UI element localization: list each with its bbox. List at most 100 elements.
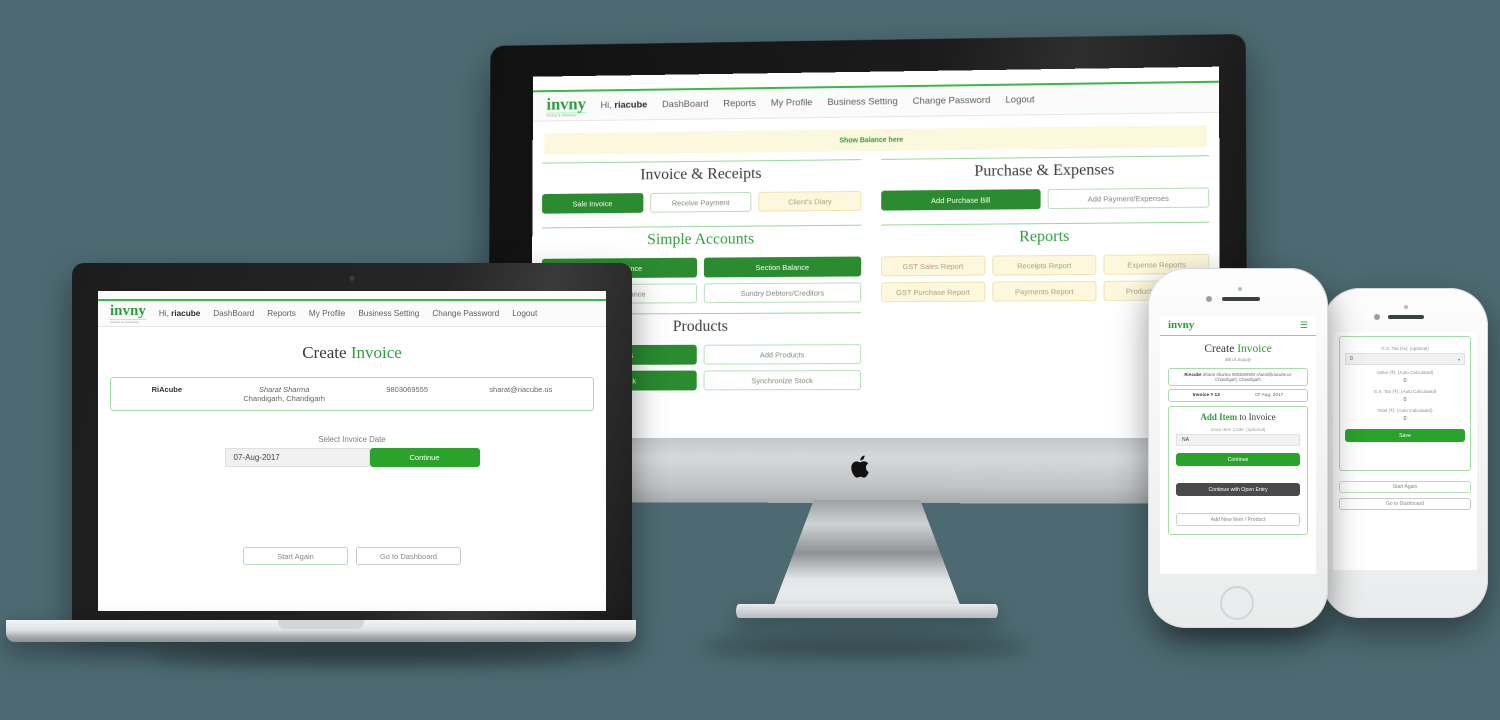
phone-invoice-row: Invoice # 13 07 Aug, 2017 bbox=[1168, 389, 1308, 402]
phone-sensor-icon bbox=[1238, 287, 1242, 291]
section-balance-button[interactable]: Section Balance bbox=[704, 257, 861, 278]
gst-percent-select[interactable]: 0 ▾ bbox=[1345, 353, 1465, 365]
laptop-nav-greeting: Hi, riacube bbox=[159, 309, 200, 318]
phone-secondary-device: G.S. Tax (%): (optional) 0 ▾ Value (₹): … bbox=[1322, 288, 1488, 618]
add-item-panel: Add Item to Invoice Scan Item Code: (opt… bbox=[1168, 406, 1308, 535]
phone-secondary-footer: Start Again Go to Dashboard bbox=[1339, 481, 1471, 510]
laptop-nav-logout[interactable]: Logout bbox=[512, 309, 537, 318]
phone-subtitle: Bill of Supply bbox=[1160, 357, 1316, 362]
macbook-ground-shadow bbox=[150, 648, 580, 664]
desktop-logo[interactable]: invny invoice & inventory bbox=[546, 95, 586, 117]
invoice-number: Invoice # 13 bbox=[1193, 393, 1220, 398]
start-again-button[interactable]: Start Again bbox=[243, 547, 348, 565]
macbook-notch bbox=[278, 620, 364, 629]
apple-logo-icon bbox=[851, 454, 873, 480]
invoice-date-label: Select Invoice Date bbox=[98, 435, 606, 444]
save-button[interactable]: Save bbox=[1345, 429, 1465, 442]
phone-main-device: invny ☰ Create Invoice Bill of Supply Ri… bbox=[1148, 268, 1328, 628]
laptop-nav-dashboard[interactable]: DashBoard bbox=[213, 309, 254, 318]
desktop-nav-change-password[interactable]: Change Password bbox=[913, 95, 991, 107]
start-again-button[interactable]: Start Again bbox=[1339, 481, 1471, 493]
gst-amount: 0 bbox=[1345, 397, 1465, 403]
laptop-logo[interactable]: invny invoice & inventory bbox=[110, 304, 146, 324]
go-to-dashboard-button[interactable]: Go to Dashboard bbox=[1339, 498, 1471, 510]
value-label: Value (₹): (Auto Calculated) bbox=[1345, 370, 1465, 376]
section-title-invoice-receipts: Invoice & Receipts bbox=[542, 160, 861, 194]
phone-page-title: Create Invoice bbox=[1160, 343, 1316, 355]
show-balance-bar[interactable]: Show Balance here bbox=[544, 125, 1207, 155]
desktop-nav-reports[interactable]: Reports bbox=[723, 98, 756, 109]
laptop-nav-business-setting[interactable]: Business Setting bbox=[358, 309, 419, 318]
desktop-nav-logout[interactable]: Logout bbox=[1005, 94, 1034, 105]
gst-percent-label: G.S. Tax (%): (optional) bbox=[1345, 346, 1465, 351]
phone-camera-icon bbox=[1374, 314, 1380, 320]
macbook-device: invny invoice & inventory Hi, riacube Da… bbox=[72, 263, 632, 623]
sale-invoice-button[interactable]: Sale Invoice bbox=[542, 193, 643, 214]
laptop-nav-my-profile[interactable]: My Profile bbox=[309, 309, 345, 318]
continue-button[interactable]: Continue bbox=[370, 448, 480, 467]
desktop-section-row-1: Invoice & Receipts Sale Invoice Receive … bbox=[532, 155, 1219, 214]
imac-screen: invny invoice & inventory Hi, riacube Da… bbox=[531, 67, 1220, 438]
phone-logo[interactable]: invny bbox=[1168, 320, 1194, 331]
continue-open-entry-button[interactable]: Continue with Open Entry bbox=[1176, 483, 1300, 496]
section-title-simple-accounts: Simple Accounts bbox=[542, 226, 861, 259]
scan-item-code-input[interactable]: NA bbox=[1176, 434, 1300, 446]
desktop-nav-my-profile[interactable]: My Profile bbox=[771, 97, 813, 108]
synchronize-stock-button[interactable]: Synchronize Stock bbox=[704, 370, 862, 390]
hamburger-icon[interactable]: ☰ bbox=[1300, 321, 1308, 330]
go-to-dashboard-button[interactable]: Go to Dashboard bbox=[356, 547, 461, 565]
spacer bbox=[1345, 442, 1465, 464]
laptop-footer-buttons: Start Again Go to Dashboard bbox=[98, 547, 606, 565]
phone-camera-icon bbox=[1206, 296, 1212, 302]
scan-item-code-label: Scan Item Code: (optional) bbox=[1176, 427, 1300, 432]
invoice-date-row: 07-Aug-2017 Continue bbox=[98, 448, 606, 467]
phone-client-card: RiAcube Sharat Sharma 9803069555 sharat@… bbox=[1168, 368, 1308, 386]
phone-speaker-icon bbox=[1222, 297, 1260, 301]
macbook-camera-icon bbox=[350, 276, 355, 281]
gst-purchase-report-button[interactable]: GST Purchase Report bbox=[881, 282, 985, 303]
laptop-client-card: RiAcube Sharat Sharma Chandigarh, Chandi… bbox=[110, 377, 594, 411]
client-company: RiAcube bbox=[152, 385, 182, 403]
sundry-debtors-creditors-button[interactable]: Sundry Debtors/Creditors bbox=[704, 282, 861, 303]
clients-diary-button[interactable]: Client's Diary bbox=[759, 191, 862, 212]
scene: invny invoice & inventory Hi, riacube Da… bbox=[0, 0, 1500, 720]
desktop-section-purchase-expenses: Purchase & Expenses Add Purchase Bill Ad… bbox=[871, 155, 1219, 211]
invoice-date-input[interactable]: 07-Aug-2017 bbox=[225, 448, 370, 467]
add-payment-expenses-button[interactable]: Add Payment/Expenses bbox=[1048, 187, 1210, 209]
add-new-item-product-button[interactable]: Add New Item / Product bbox=[1176, 513, 1300, 526]
section-title-purchase-expenses: Purchase & Expenses bbox=[881, 156, 1209, 190]
phone-home-button[interactable] bbox=[1220, 586, 1254, 620]
payments-report-button[interactable]: Payments Report bbox=[992, 281, 1097, 302]
add-products-button[interactable]: Add Products bbox=[704, 344, 862, 364]
add-item-heading: Add Item to Invoice bbox=[1176, 412, 1300, 422]
button-row: Sale Invoice Receive Payment Client's Di… bbox=[542, 191, 861, 214]
button-row: Add Purchase Bill Add Payment/Expenses bbox=[881, 187, 1209, 210]
phone-speaker-icon bbox=[1388, 315, 1424, 319]
phone-secondary-form: G.S. Tax (%): (optional) 0 ▾ Value (₹): … bbox=[1333, 332, 1477, 514]
client-contact: Sharat Sharma bbox=[243, 385, 325, 394]
phone-main-screen: invny ☰ Create Invoice Bill of Supply Ri… bbox=[1160, 316, 1316, 574]
client-email: sharat@riacube.us bbox=[489, 385, 552, 403]
desktop-section-row-2: Simple Accounts Head Balance Section Bal… bbox=[531, 222, 1220, 391]
gst-sales-report-button[interactable]: GST Sales Report bbox=[881, 256, 985, 277]
receive-payment-button[interactable]: Receive Payment bbox=[650, 192, 752, 213]
client-phone: 9803069555 bbox=[386, 385, 428, 403]
desktop-nav-dashboard[interactable]: DashBoard bbox=[662, 99, 709, 110]
imac-ground-shadow bbox=[700, 638, 1030, 656]
add-purchase-bill-button[interactable]: Add Purchase Bill bbox=[881, 189, 1040, 210]
button-row: GST Sales Report Receipts Report Expense… bbox=[881, 254, 1209, 276]
laptop-nav-change-password[interactable]: Change Password bbox=[432, 309, 499, 318]
laptop-navbar: invny invoice & inventory Hi, riacube Da… bbox=[98, 301, 606, 327]
client-company: RiAcube bbox=[1184, 372, 1201, 377]
desktop-nav-greeting: Hi, riacube bbox=[600, 100, 647, 111]
receipts-report-button[interactable]: Receipts Report bbox=[992, 255, 1097, 276]
desktop-nav-business-setting[interactable]: Business Setting bbox=[827, 96, 897, 108]
continue-button[interactable]: Continue bbox=[1176, 453, 1300, 466]
total-amount: 0 bbox=[1345, 416, 1465, 422]
imac-stand bbox=[772, 500, 962, 610]
desktop-section-invoice-receipts: Invoice & Receipts Sale Invoice Receive … bbox=[532, 159, 871, 214]
laptop-nav-reports[interactable]: Reports bbox=[267, 309, 296, 318]
macbook-base bbox=[6, 620, 636, 642]
phone-secondary-screen: G.S. Tax (%): (optional) 0 ▾ Value (₹): … bbox=[1333, 332, 1477, 570]
chevron-down-icon: ▾ bbox=[1458, 357, 1460, 362]
